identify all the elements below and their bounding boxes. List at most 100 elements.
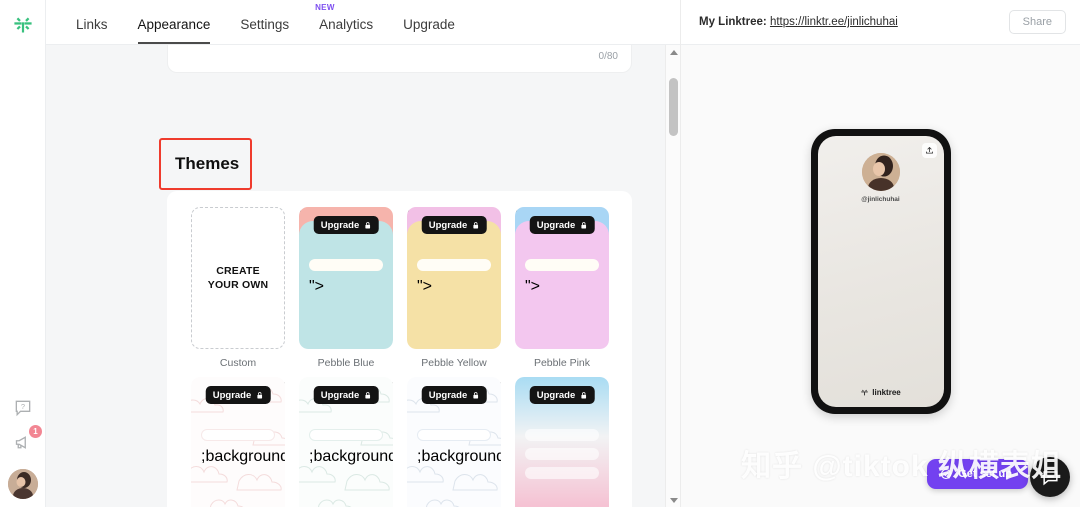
theme-cell: ">">UpgradePebble Blue bbox=[299, 207, 393, 369]
lock-icon bbox=[472, 391, 478, 398]
nav-item-links[interactable]: Links bbox=[62, 17, 122, 44]
preview-body: @jinlichuhai linktree 知乎 @tiktok 纵横表姐 Ge… bbox=[681, 45, 1080, 507]
get-set-up-button[interactable]: Get set up bbox=[927, 459, 1028, 489]
upgrade-badge[interactable]: Upgrade bbox=[529, 386, 595, 404]
upgrade-label: Upgrade bbox=[428, 389, 468, 401]
top-navigation: Links Appearance Settings NEW Analytics … bbox=[46, 0, 680, 45]
theme-thumbnail[interactable]: Upgrade bbox=[515, 377, 609, 507]
phone-avatar bbox=[861, 153, 900, 191]
preview-column: My Linktree: https://linktr.ee/jinlichuh… bbox=[680, 0, 1080, 507]
upgrade-label: Upgrade bbox=[536, 219, 576, 231]
help-bubble-icon[interactable]: ? bbox=[12, 397, 34, 419]
upgrade-badge[interactable]: Upgrade bbox=[421, 216, 487, 234]
theme-link-bars bbox=[525, 429, 599, 479]
my-linktree-url: My Linktree: https://linktr.ee/jinlichuh… bbox=[699, 16, 898, 28]
chat-bubble-icon[interactable] bbox=[1030, 457, 1070, 497]
theme-cell: CREATE YOUR OWN Custom bbox=[191, 207, 285, 369]
upgrade-label: Upgrade bbox=[320, 389, 360, 401]
lock-icon bbox=[580, 221, 586, 228]
nav-label: Analytics bbox=[319, 17, 374, 32]
page-title: Themes bbox=[175, 154, 240, 173]
nav-item-settings[interactable]: Settings bbox=[226, 17, 303, 44]
themes-grid: CREATEYOUR OWN Custom "> "> Upgrade Pebble Bl… bbox=[167, 191, 632, 507]
theme-cell: UpgradeBreeze Pink bbox=[515, 377, 609, 507]
share-icon[interactable] bbox=[921, 143, 937, 158]
linktree-admin-app: ? 1 Links Appearance Settings NEW Analyt… bbox=[0, 0, 1080, 507]
theme-link-bars: ;background:#fff"> bbox=[417, 429, 501, 466]
upgrade-label: Upgrade bbox=[320, 219, 360, 231]
phone-screen: @jinlichuhai linktree bbox=[817, 136, 944, 407]
check-circle-icon bbox=[941, 468, 952, 480]
theme-thumbnail[interactable]: CREATE YOUR OWN bbox=[191, 207, 285, 349]
theme-cell: ">">UpgradePebble Yellow bbox=[407, 207, 501, 369]
lock-icon bbox=[472, 221, 478, 228]
theme-thumbnail[interactable]: ;background:#fff">;background:#fff">Upgr… bbox=[191, 377, 285, 507]
theme-cell: ;background:#fff">;background:#fff">Upgr… bbox=[299, 377, 393, 507]
scrollbar-thumb[interactable] bbox=[669, 78, 678, 136]
theme-thumbnail[interactable]: ">">Upgrade bbox=[515, 207, 609, 349]
upgrade-badge[interactable]: Upgrade bbox=[205, 386, 271, 404]
nav-label: Upgrade bbox=[403, 17, 455, 32]
theme-label: Pebble Pink bbox=[533, 357, 591, 369]
themes-panel: CREATEYOUR OWN Custom "> "> Upgrade Pebble Bl… bbox=[167, 191, 632, 507]
megaphone-icon[interactable]: 1 bbox=[12, 425, 42, 453]
upgrade-badge[interactable]: Upgrade bbox=[313, 216, 379, 234]
theme-cell: ;background:#fff">;background:#fff">Upgr… bbox=[191, 377, 285, 507]
preview-header: My Linktree: https://linktr.ee/jinlichuh… bbox=[681, 0, 1080, 45]
theme-link-bars: "> bbox=[525, 259, 599, 296]
share-button[interactable]: Share bbox=[1008, 10, 1066, 34]
lock-icon bbox=[364, 221, 370, 228]
left-rail: ? 1 bbox=[0, 0, 46, 507]
announcement-count-badge: 1 bbox=[29, 425, 42, 438]
nav-label: Appearance bbox=[137, 17, 211, 32]
theme-cell: ;background:#fff">;background:#fff">Upgr… bbox=[407, 377, 501, 507]
theme-label: Custom bbox=[219, 357, 257, 369]
scroll-up-arrow-icon[interactable] bbox=[666, 45, 681, 59]
lock-icon bbox=[364, 391, 370, 398]
avatar[interactable] bbox=[8, 469, 38, 499]
nav-item-analytics[interactable]: NEW Analytics bbox=[305, 3, 387, 44]
phone-handle: @jinlichuhai bbox=[861, 196, 900, 203]
linktree-logo-icon[interactable] bbox=[10, 12, 36, 38]
my-linktree-label: My Linktree: bbox=[699, 16, 767, 28]
lock-icon bbox=[580, 391, 586, 398]
create-your-own-label: CREATE YOUR OWN bbox=[207, 265, 269, 291]
char-counter: 0/80 bbox=[598, 51, 618, 62]
upgrade-badge[interactable]: Upgrade bbox=[313, 386, 379, 404]
theme-link-bars: "> bbox=[309, 259, 383, 296]
theme-link-bars: ;background:#fff"> bbox=[201, 429, 285, 466]
theme-link-bars: ;background:#fff"> bbox=[309, 429, 393, 466]
theme-label: Pebble Blue bbox=[317, 357, 375, 369]
phone-footer-brand: linktree bbox=[818, 388, 944, 397]
bio-card-partial: 0/80 bbox=[167, 45, 632, 73]
upgrade-label: Upgrade bbox=[536, 389, 576, 401]
svg-text:?: ? bbox=[21, 402, 25, 411]
theme-cell: ">">UpgradePebble Pink bbox=[515, 207, 609, 369]
upgrade-badge[interactable]: Upgrade bbox=[421, 386, 487, 404]
phone-preview: @jinlichuhai linktree bbox=[810, 129, 951, 414]
nav-item-upgrade[interactable]: Upgrade bbox=[389, 17, 469, 44]
vertical-scrollbar[interactable] bbox=[665, 45, 680, 507]
themes-heading-highlight: Themes bbox=[159, 138, 252, 190]
linktree-url-link[interactable]: https://linktr.ee/jinlichuhai bbox=[770, 16, 898, 28]
theme-thumbnail[interactable]: ;background:#fff">;background:#fff">Upgr… bbox=[299, 377, 393, 507]
scroll-down-arrow-icon[interactable] bbox=[666, 493, 681, 507]
theme-label: Pebble Yellow bbox=[421, 357, 487, 369]
editor-scroll-area: 0/80 Themes CREATEYOUR OWN Custom "> "> Upgr… bbox=[46, 45, 680, 507]
lock-icon bbox=[256, 391, 262, 398]
new-badge: NEW bbox=[315, 3, 335, 12]
upgrade-label: Upgrade bbox=[212, 389, 252, 401]
upgrade-badge[interactable]: Upgrade bbox=[529, 216, 595, 234]
rail-bottom-group: ? 1 bbox=[0, 397, 46, 499]
nav-label: Settings bbox=[240, 17, 290, 32]
theme-link-bars: "> bbox=[417, 259, 491, 296]
theme-thumbnail[interactable]: ">">Upgrade bbox=[407, 207, 501, 349]
theme-thumbnail[interactable]: ;background:#fff">;background:#fff">Upgr… bbox=[407, 377, 501, 507]
nav-label: Links bbox=[76, 17, 108, 32]
footer-brand-label: linktree bbox=[872, 388, 901, 397]
nav-item-appearance[interactable]: Appearance bbox=[124, 17, 225, 44]
get-set-up-label: Get set up bbox=[958, 468, 1012, 480]
editor-column: Links Appearance Settings NEW Analytics … bbox=[46, 0, 680, 507]
upgrade-label: Upgrade bbox=[428, 219, 468, 231]
theme-thumbnail[interactable]: ">">Upgrade bbox=[299, 207, 393, 349]
